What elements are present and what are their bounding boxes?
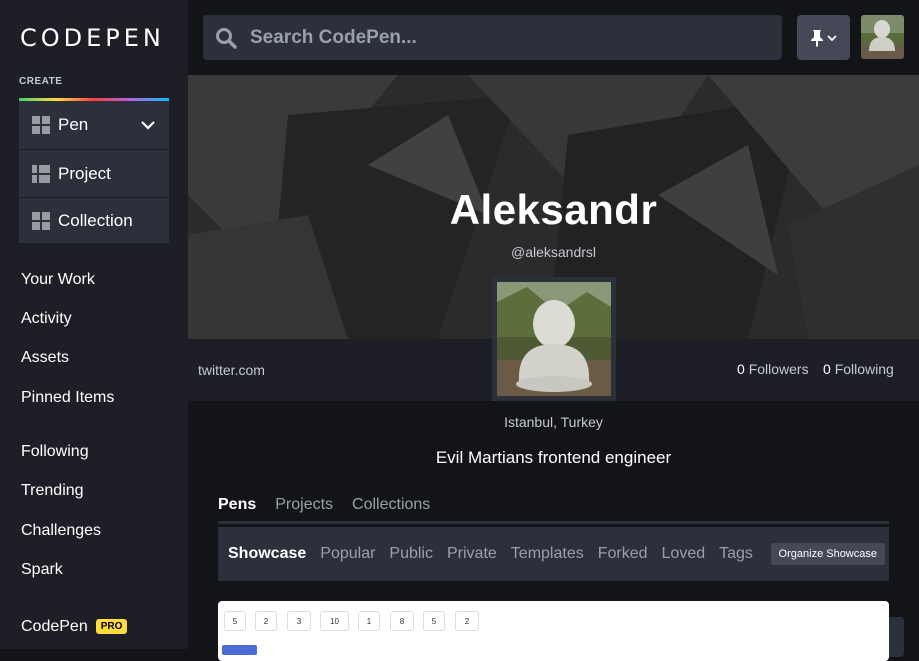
nav-spark[interactable]: Spark — [21, 561, 63, 579]
profile-bio: Evil Martians frontend engineer — [435, 448, 672, 467]
project-icon — [32, 164, 50, 183]
preview-number: 8 — [390, 611, 414, 631]
pen-icon — [32, 116, 50, 134]
create-label: CREATE — [19, 76, 63, 87]
create-menu: Pen Project Collection — [19, 98, 169, 244]
create-collection-label: Collection — [58, 210, 133, 230]
preview-bar — [222, 645, 257, 655]
following-link[interactable]: 0 Following — [823, 361, 894, 377]
preview-number: 2 — [455, 611, 479, 631]
nav-codepen-pro[interactable]: CodePen PRO — [21, 618, 128, 636]
collection-icon — [32, 211, 50, 230]
website-link[interactable]: twitter.com — [198, 362, 265, 378]
nav-assets[interactable]: Assets — [21, 349, 69, 367]
subtab-templates[interactable]: Templates — [511, 545, 584, 563]
tabs-divider — [218, 521, 889, 524]
preview-number: 5 — [224, 611, 246, 631]
create-collection-button[interactable]: Collection — [19, 198, 169, 244]
create-pen-button[interactable]: Pen — [19, 101, 169, 150]
organize-showcase-button[interactable]: Organize Showcase — [770, 543, 885, 565]
profile-name: Aleksandr — [449, 186, 658, 233]
codepen-pro-label: CodePen — [21, 618, 88, 635]
avatar-image — [861, 15, 904, 59]
pro-badge: PRO — [95, 619, 128, 634]
svg-text:CODEPEN: CODEPEN — [20, 24, 165, 52]
top-bar — [188, 0, 919, 75]
subtab-popular[interactable]: Popular — [320, 545, 375, 563]
subtab-private[interactable]: Private — [447, 545, 497, 563]
nav-challenges[interactable]: Challenges — [21, 522, 101, 540]
pinned-items-button[interactable] — [797, 15, 850, 60]
subtab-showcase[interactable]: Showcase — [228, 545, 306, 563]
profile-location: Istanbul, Turkey — [504, 414, 603, 430]
search-icon — [216, 27, 237, 49]
profile-picture — [492, 277, 616, 401]
subtab-tags[interactable]: Tags — [719, 545, 753, 563]
preview-number: 5 — [423, 611, 445, 631]
nav-pinned-items[interactable]: Pinned Items — [21, 389, 114, 407]
preview-number: 2 — [255, 611, 277, 631]
followers-label: Followers — [748, 361, 809, 377]
chevron-down-icon — [827, 34, 837, 41]
create-project-label: Project — [58, 163, 111, 183]
followers-count: 0 — [737, 361, 745, 377]
search-bar[interactable] — [203, 15, 782, 60]
sidebar: CODEPEN CREATE Pen Project Collection Yo… — [0, 0, 188, 649]
tab-projects[interactable]: Projects — [275, 496, 333, 514]
subtab-loved[interactable]: Loved — [662, 545, 706, 563]
followers-link[interactable]: 0 Followers — [737, 361, 809, 377]
search-input[interactable] — [250, 26, 730, 49]
nav-following[interactable]: Following — [21, 443, 89, 461]
chevron-down-icon[interactable] — [141, 117, 155, 133]
profile-photo — [497, 282, 611, 396]
codepen-logo[interactable]: CODEPEN — [20, 22, 166, 52]
nav-your-work[interactable]: Your Work — [21, 271, 95, 289]
preview-number: 3 — [287, 611, 311, 631]
subtab-forked[interactable]: Forked — [598, 545, 648, 563]
subtab-public[interactable]: Public — [389, 545, 433, 563]
pen-filter-tabs: Showcase Popular Public Private Template… — [218, 527, 889, 581]
nav-activity[interactable]: Activity — [21, 310, 72, 328]
codepen-logo-icon: CODEPEN — [20, 24, 165, 52]
content-tabs: Pens Projects Collections — [218, 496, 449, 514]
next-card-edge — [889, 617, 904, 657]
profile-handle: @aleksandrsl — [510, 244, 597, 260]
create-pen-label: Pen — [58, 115, 89, 134]
user-avatar[interactable] — [861, 15, 904, 59]
pin-icon — [811, 29, 823, 47]
create-project-button[interactable]: Project — [19, 150, 169, 198]
preview-number: 1 — [358, 611, 380, 631]
nav-trending[interactable]: Trending — [21, 482, 84, 500]
following-count: 0 — [823, 361, 831, 377]
preview-number: 10 — [320, 611, 349, 631]
following-label: Following — [834, 361, 894, 377]
pen-preview-card[interactable]: 5 2 3 10 1 8 5 2 — [218, 601, 889, 661]
tab-pens[interactable]: Pens — [218, 496, 256, 514]
tab-collections[interactable]: Collections — [352, 496, 430, 514]
